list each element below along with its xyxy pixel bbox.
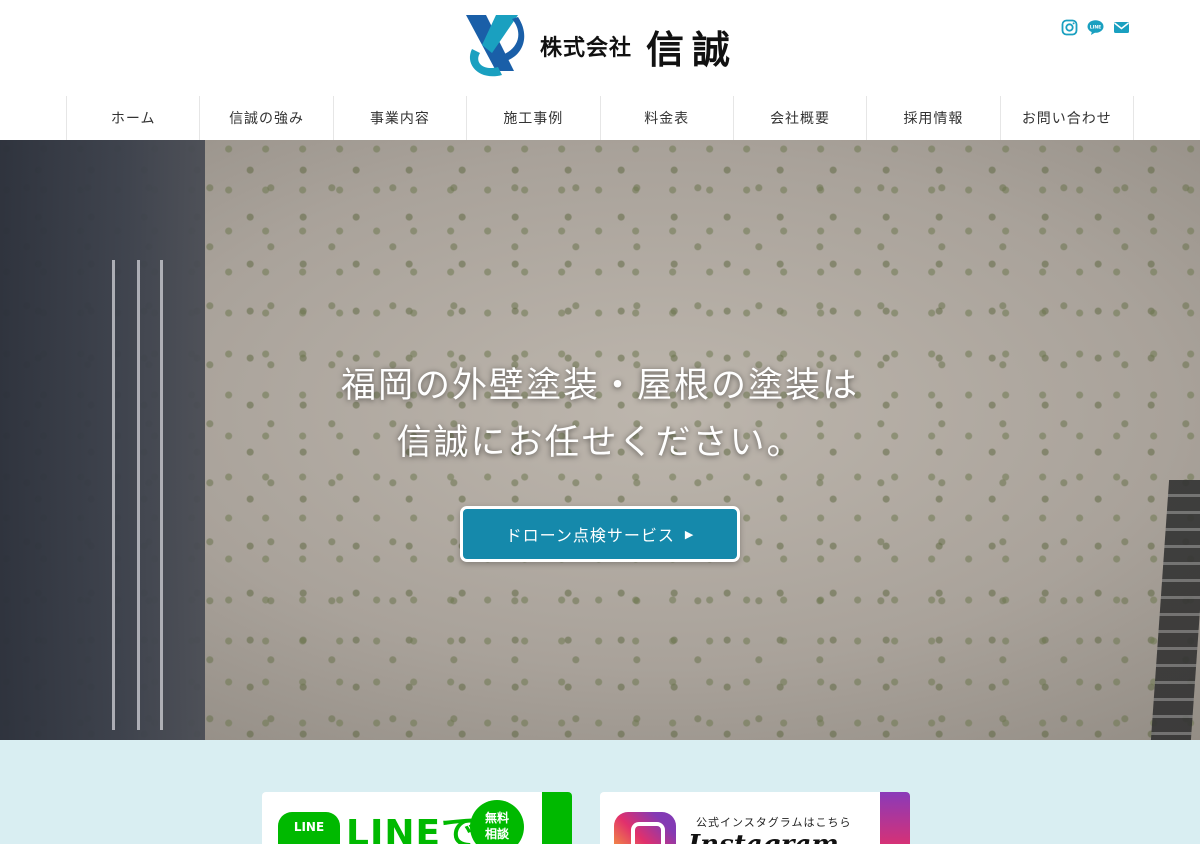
mail-icon[interactable]	[1113, 19, 1130, 36]
hero-edge-pattern	[1150, 480, 1200, 740]
badge-line1: 無料	[484, 811, 509, 825]
nav-item-home[interactable]: ホーム	[66, 96, 199, 140]
logo-company-type: 株式会社	[540, 36, 633, 61]
nav-item-services[interactable]: 事業内容	[332, 96, 466, 140]
arrow-right-icon: ▶	[684, 527, 695, 541]
nav-item-works[interactable]: 施工事例	[466, 96, 599, 140]
site-header: 株式会社 信誠 LINE	[0, 0, 1200, 96]
instagram-logo-icon	[614, 812, 676, 844]
nav-item-contact[interactable]: お問い合わせ	[999, 96, 1134, 140]
nav-item-strengths[interactable]: 信誠の強み	[199, 96, 332, 140]
line-logo-icon: LINE	[278, 812, 340, 844]
instagram-icon[interactable]	[1061, 19, 1078, 36]
nav-item-pricing[interactable]: 料金表	[599, 96, 733, 140]
social-links: LINE	[1061, 19, 1130, 36]
instagram-banner-caption: 公式インスタグラムはこちら	[696, 816, 852, 829]
nav-item-company[interactable]: 会社概要	[732, 96, 866, 140]
hero-headline: 福岡の外壁塗装・屋根の塗装は 信誠にお任せください。	[0, 358, 1200, 472]
drone-inspection-button[interactable]: ドローン点検サービス ▶	[460, 506, 740, 562]
site-logo[interactable]: 株式会社 信誠	[462, 8, 738, 84]
line-icon[interactable]: LINE	[1087, 19, 1104, 36]
hero-road-line	[160, 260, 163, 730]
nav-item-recruit[interactable]: 採用情報	[866, 96, 999, 140]
badge-line2: 相談	[484, 827, 509, 841]
instagram-wordmark: Instagram	[688, 830, 839, 844]
hero-road-line	[137, 260, 140, 730]
hero-headline-line2: 信誠にお任せください。	[396, 423, 804, 463]
main-nav: ホーム 信誠の強み 事業内容 施工事例 料金表 会社概要 採用情報 お問い合わせ	[66, 96, 1134, 140]
banner-section: LINE LINEで 無料 相談 公式インスタグラムはこちら Instagram	[0, 740, 1200, 844]
svg-text:LINE: LINE	[1090, 24, 1102, 30]
logo-mark-icon	[466, 15, 525, 77]
hero-headline-line1: 福岡の外壁塗装・屋根の塗装は	[340, 366, 859, 406]
logo-company-name: 信誠	[646, 26, 739, 72]
hero-road-line	[112, 260, 115, 730]
line-banner-text: LINEで	[346, 813, 479, 844]
line-consult-banner[interactable]: LINE LINEで 無料 相談	[262, 792, 572, 844]
instagram-banner-bar	[880, 792, 910, 844]
instagram-banner[interactable]: 公式インスタグラムはこちら Instagram	[600, 792, 910, 844]
drone-inspection-button-label: ドローン点検サービス	[505, 526, 675, 545]
hero-section: 福岡の外壁塗装・屋根の塗装は 信誠にお任せください。 ドローン点検サービス ▶	[0, 140, 1200, 740]
free-consult-badge: 無料 相談	[470, 800, 524, 844]
line-banner-bar	[542, 792, 572, 844]
